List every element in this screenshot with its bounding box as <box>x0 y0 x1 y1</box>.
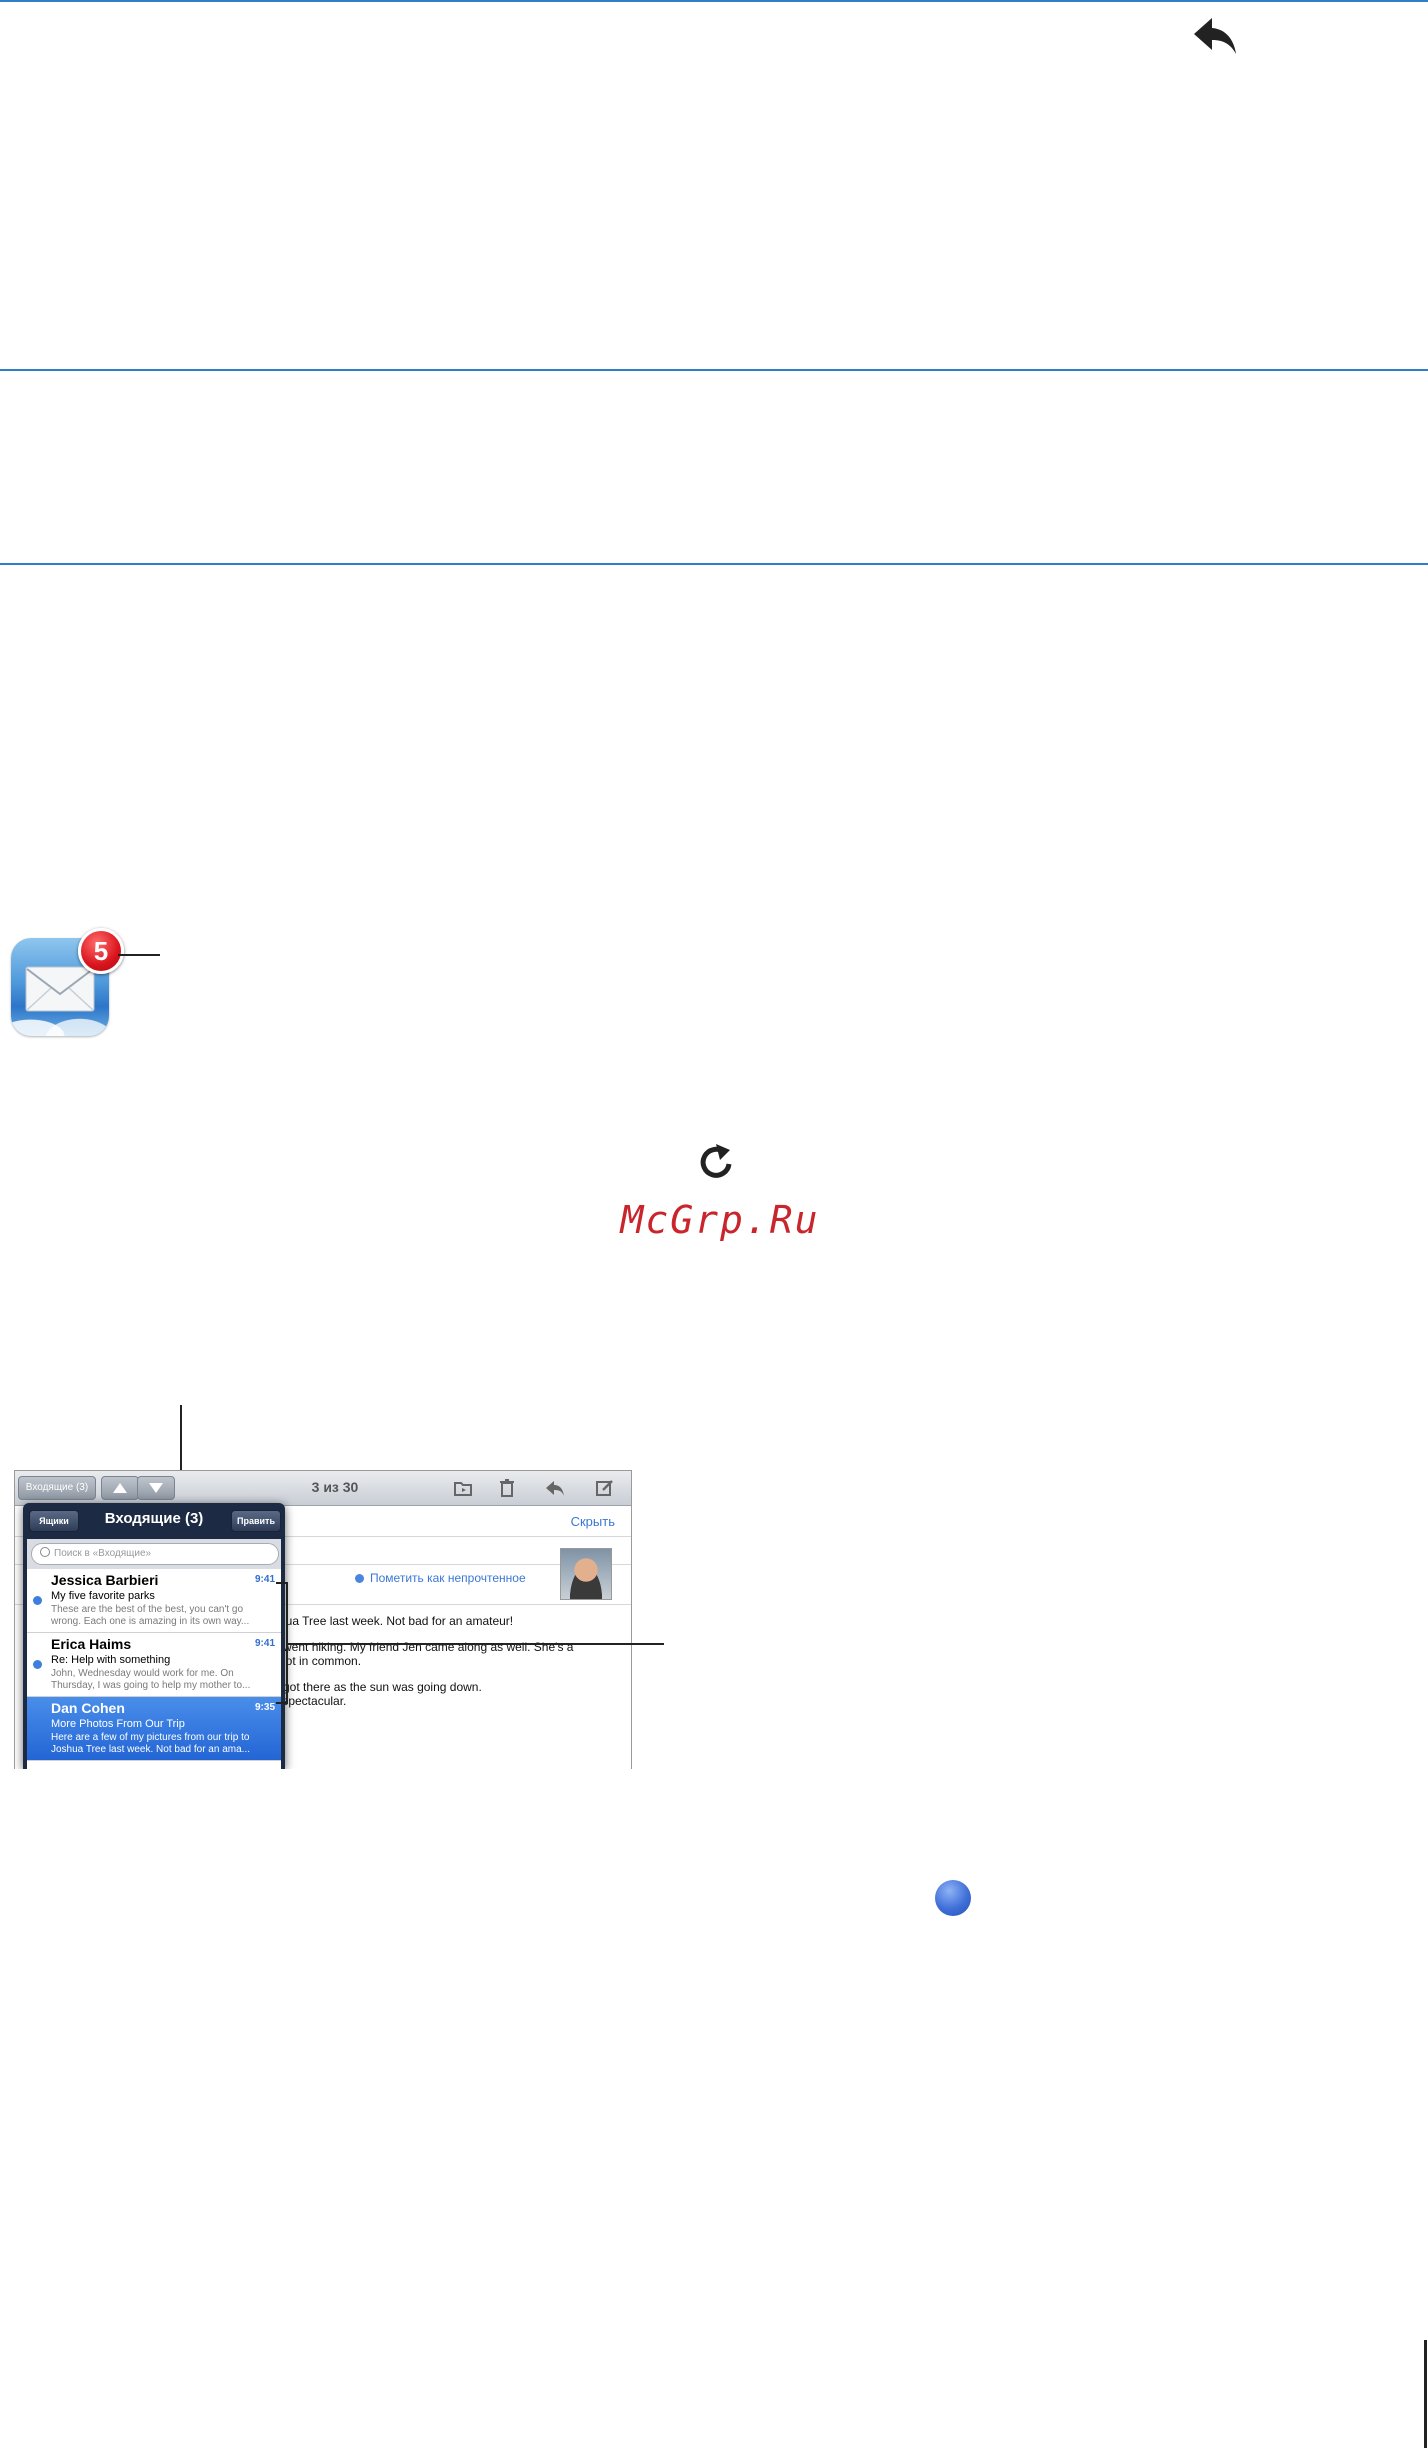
message-from: Erica Haims <box>51 1636 132 1652</box>
down-arrow-icon <box>149 1483 163 1493</box>
message-list: Jessica Barbieri 9:41 My five favorite p… <box>27 1569 281 1769</box>
message-time: 9:35 <box>254 1702 275 1713</box>
search-icon <box>40 1547 50 1557</box>
message-from: Dan Cohen <box>51 1700 125 1716</box>
message-time: 9:41 <box>254 1574 275 1585</box>
trash-icon[interactable] <box>497 1479 517 1497</box>
bracket-callout-line <box>286 1643 664 1645</box>
compose-icon[interactable] <box>595 1479 615 1497</box>
popover-header: Ящики Входящие (3) Править <box>23 1503 285 1537</box>
up-arrow-icon <box>113 1483 127 1493</box>
search-bar: Поиск в «Входящие» <box>27 1539 281 1569</box>
hide-link[interactable]: Скрыть <box>571 1514 615 1529</box>
mail-toolbar: Входящие (3) 3 из 30 <box>15 1471 631 1506</box>
mail-badge: 5 <box>78 928 124 974</box>
edit-button[interactable]: Править <box>231 1510 281 1532</box>
list-item[interactable]: Erica Haims 9:41 Re: Help with something… <box>27 1633 281 1697</box>
sender-photo <box>560 1548 612 1600</box>
reply-arrow-icon <box>1194 18 1236 54</box>
section-rule-1 <box>0 369 1428 371</box>
mark-unread-link[interactable]: Пометить как непрочтенное <box>355 1571 526 1585</box>
folder-icon[interactable] <box>453 1479 473 1497</box>
inbox-button[interactable]: Входящие (3) <box>18 1476 96 1500</box>
page-edge-mark <box>1424 2340 1427 2448</box>
badge-callout-line <box>118 954 160 956</box>
mailboxes-button[interactable]: Ящики <box>29 1510 79 1532</box>
unread-dot-icon <box>935 1880 971 1916</box>
body-line: shua Tree last week. Not bad for an amat… <box>273 1614 514 1628</box>
refresh-icon <box>700 1144 732 1178</box>
section-rule-2 <box>0 563 1428 565</box>
watermark: McGrp.Ru <box>620 1198 820 1242</box>
unread-dot-icon <box>33 1660 42 1669</box>
reply-icon[interactable] <box>545 1479 565 1497</box>
list-item-selected[interactable]: Dan Cohen 9:35 More Photos From Our Trip… <box>27 1697 281 1761</box>
message-time: 9:41 <box>254 1638 275 1649</box>
previous-message-button[interactable] <box>101 1476 139 1500</box>
body-line: e got there as the sun was going down. <box>273 1680 482 1694</box>
message-subject: Re: Help with something <box>51 1654 171 1666</box>
inbox-popover: Ящики Входящие (3) Править Поиск в «Вход… <box>23 1503 285 1769</box>
next-message-button[interactable] <box>137 1476 175 1500</box>
popover-title: Входящие (3) <box>104 1510 204 1527</box>
message-subject: My five favorite parks <box>51 1590 155 1602</box>
message-preview: Here are a few of my pictures from our t… <box>51 1732 250 1755</box>
unread-dot-icon <box>33 1596 42 1605</box>
message-counter: 3 из 30 <box>311 1479 359 1495</box>
top-rule <box>0 0 1428 2</box>
message-preview: These are the best of the best, you can'… <box>51 1604 250 1627</box>
search-placeholder: Поиск в «Входящие» <box>54 1548 152 1559</box>
message-subject: More Photos From Our Trip <box>51 1718 185 1730</box>
message-preview: John, Wednesday would work for me. On Th… <box>51 1668 251 1691</box>
list-item[interactable]: Jessica Barbieri 9:41 My five favorite p… <box>27 1569 281 1633</box>
search-input[interactable]: Поиск в «Входящие» <box>31 1543 279 1565</box>
message-from: Jessica Barbieri <box>51 1572 159 1588</box>
mail-screenshot: Входящие (3) 3 из 30 Скрыть Пометить как… <box>14 1470 632 1769</box>
